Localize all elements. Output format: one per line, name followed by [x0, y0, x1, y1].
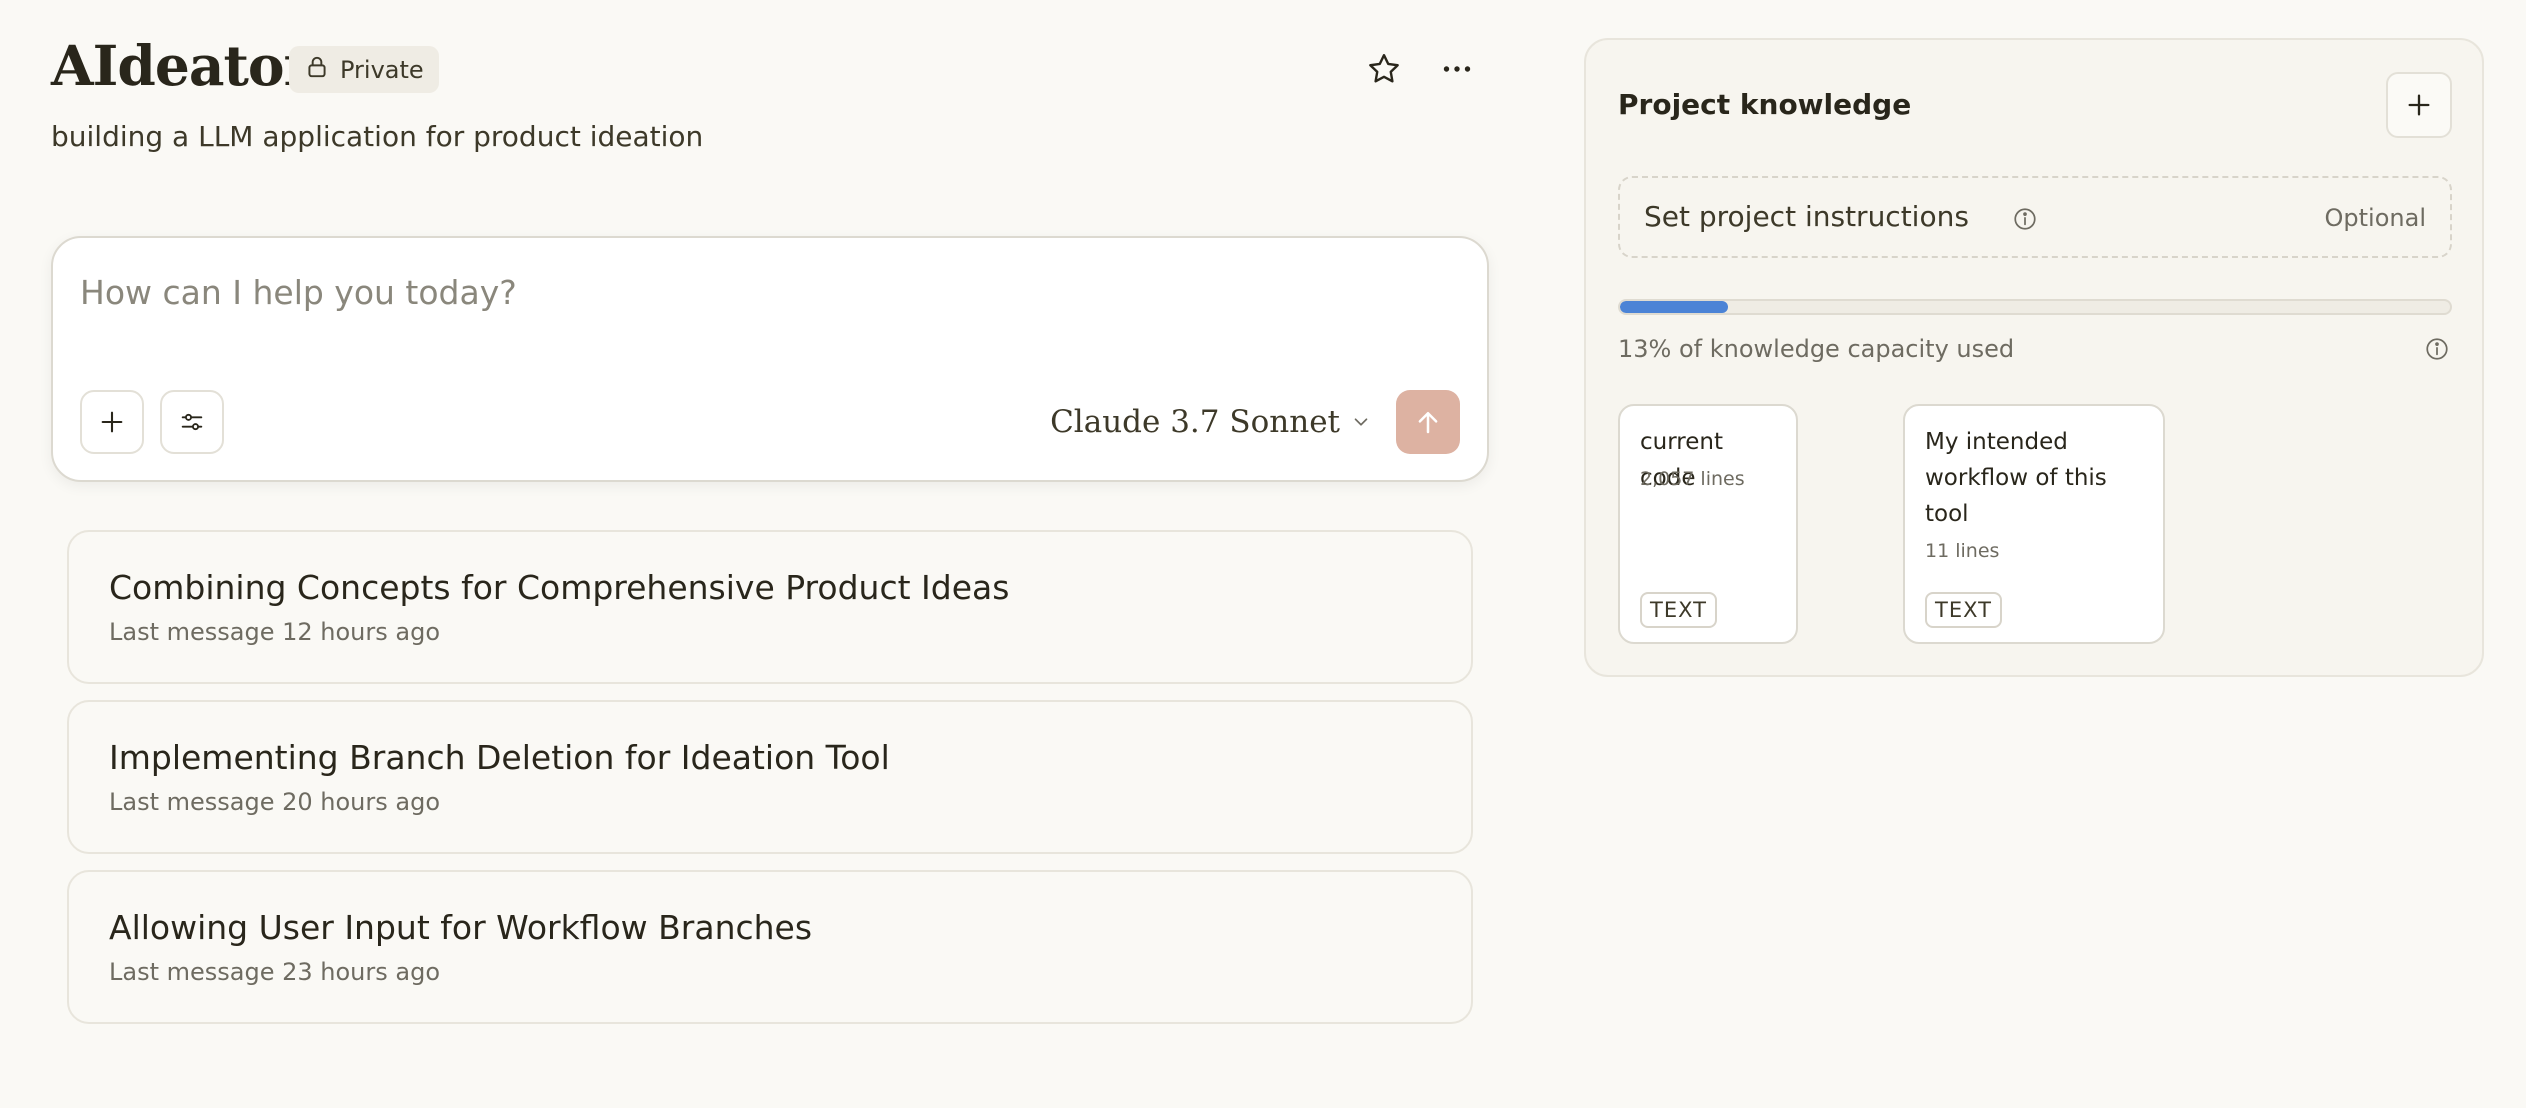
- add-knowledge-button[interactable]: [2386, 72, 2452, 138]
- tools-settings-button[interactable]: [160, 390, 224, 454]
- model-selector[interactable]: Claude 3.7 Sonnet: [1050, 398, 1372, 446]
- document-type-badge: TEXT: [1925, 592, 2002, 628]
- model-name: Claude 3.7 Sonnet: [1050, 404, 1340, 440]
- optional-label: Optional: [2324, 204, 2426, 232]
- send-button[interactable]: [1396, 390, 1460, 454]
- document-type-badge: TEXT: [1640, 592, 1717, 628]
- conversation-timestamp: Last message 12 hours ago: [109, 618, 441, 646]
- arrow-up-icon: [1418, 412, 1438, 434]
- more-options-button[interactable]: [1432, 44, 1482, 94]
- conversation-item[interactable]: Allowing User Input for Workflow Branche…: [67, 870, 1473, 1024]
- knowledge-document-card[interactable]: current code 2,057 lines TEXT: [1618, 404, 1798, 644]
- document-line-count: 2,057 lines: [1640, 468, 1745, 490]
- privacy-label: Private: [340, 55, 424, 84]
- star-icon: [1369, 54, 1399, 83]
- project-knowledge-panel: Project knowledge Set project instructio…: [1584, 38, 2484, 677]
- info-icon: [2014, 208, 2036, 230]
- conversation-title: Combining Concepts for Comprehensive Pro…: [109, 568, 1010, 607]
- conversation-item[interactable]: Combining Concepts for Comprehensive Pro…: [67, 530, 1473, 684]
- chevron-down-icon: [1354, 418, 1368, 426]
- conversation-timestamp: Last message 20 hours ago: [109, 788, 441, 816]
- project-title: AIdeator: [51, 33, 313, 98]
- sliders-icon: [181, 413, 203, 431]
- privacy-badge[interactable]: Private: [289, 46, 439, 93]
- conversation-timestamp: Last message 23 hours ago: [109, 958, 441, 986]
- instructions-label: Set project instructions: [1644, 200, 1969, 233]
- add-content-button[interactable]: [80, 390, 144, 454]
- knowledge-document-card[interactable]: My intended workflow of this tool 11 lin…: [1903, 404, 2165, 644]
- capacity-fill: [1620, 301, 1728, 313]
- capacity-bar: [1618, 299, 2452, 315]
- more-icon: [1443, 66, 1471, 72]
- conversation-title: Implementing Branch Deletion for Ideatio…: [109, 738, 890, 777]
- capacity-label: 13% of knowledge capacity used: [1618, 335, 2015, 363]
- document-name: My intended workflow of this tool: [1925, 429, 2107, 527]
- conversation-title: Allowing User Input for Workflow Branche…: [109, 908, 813, 947]
- project-header: AIdeator Private: [51, 30, 1489, 102]
- plus-icon: [101, 411, 123, 433]
- plus-icon: [2408, 94, 2430, 116]
- panel-title: Project knowledge: [1618, 88, 1912, 121]
- lock-icon: [304, 54, 330, 86]
- chat-composer: Claude 3.7 Sonnet: [51, 236, 1489, 482]
- chat-input[interactable]: [80, 268, 1440, 316]
- set-instructions-button[interactable]: Set project instructions Optional: [1618, 176, 2452, 258]
- conversation-list: Combining Concepts for Comprehensive Pro…: [67, 530, 1473, 1040]
- project-description: building a LLM application for product i…: [51, 120, 704, 153]
- info-icon[interactable]: [2424, 336, 2450, 362]
- document-line-count: 11 lines: [1925, 540, 2000, 562]
- star-button[interactable]: [1359, 44, 1409, 94]
- project-page: AIdeator Private building a LLM applicat…: [0, 0, 2526, 1108]
- conversation-item[interactable]: Implementing Branch Deletion for Ideatio…: [67, 700, 1473, 854]
